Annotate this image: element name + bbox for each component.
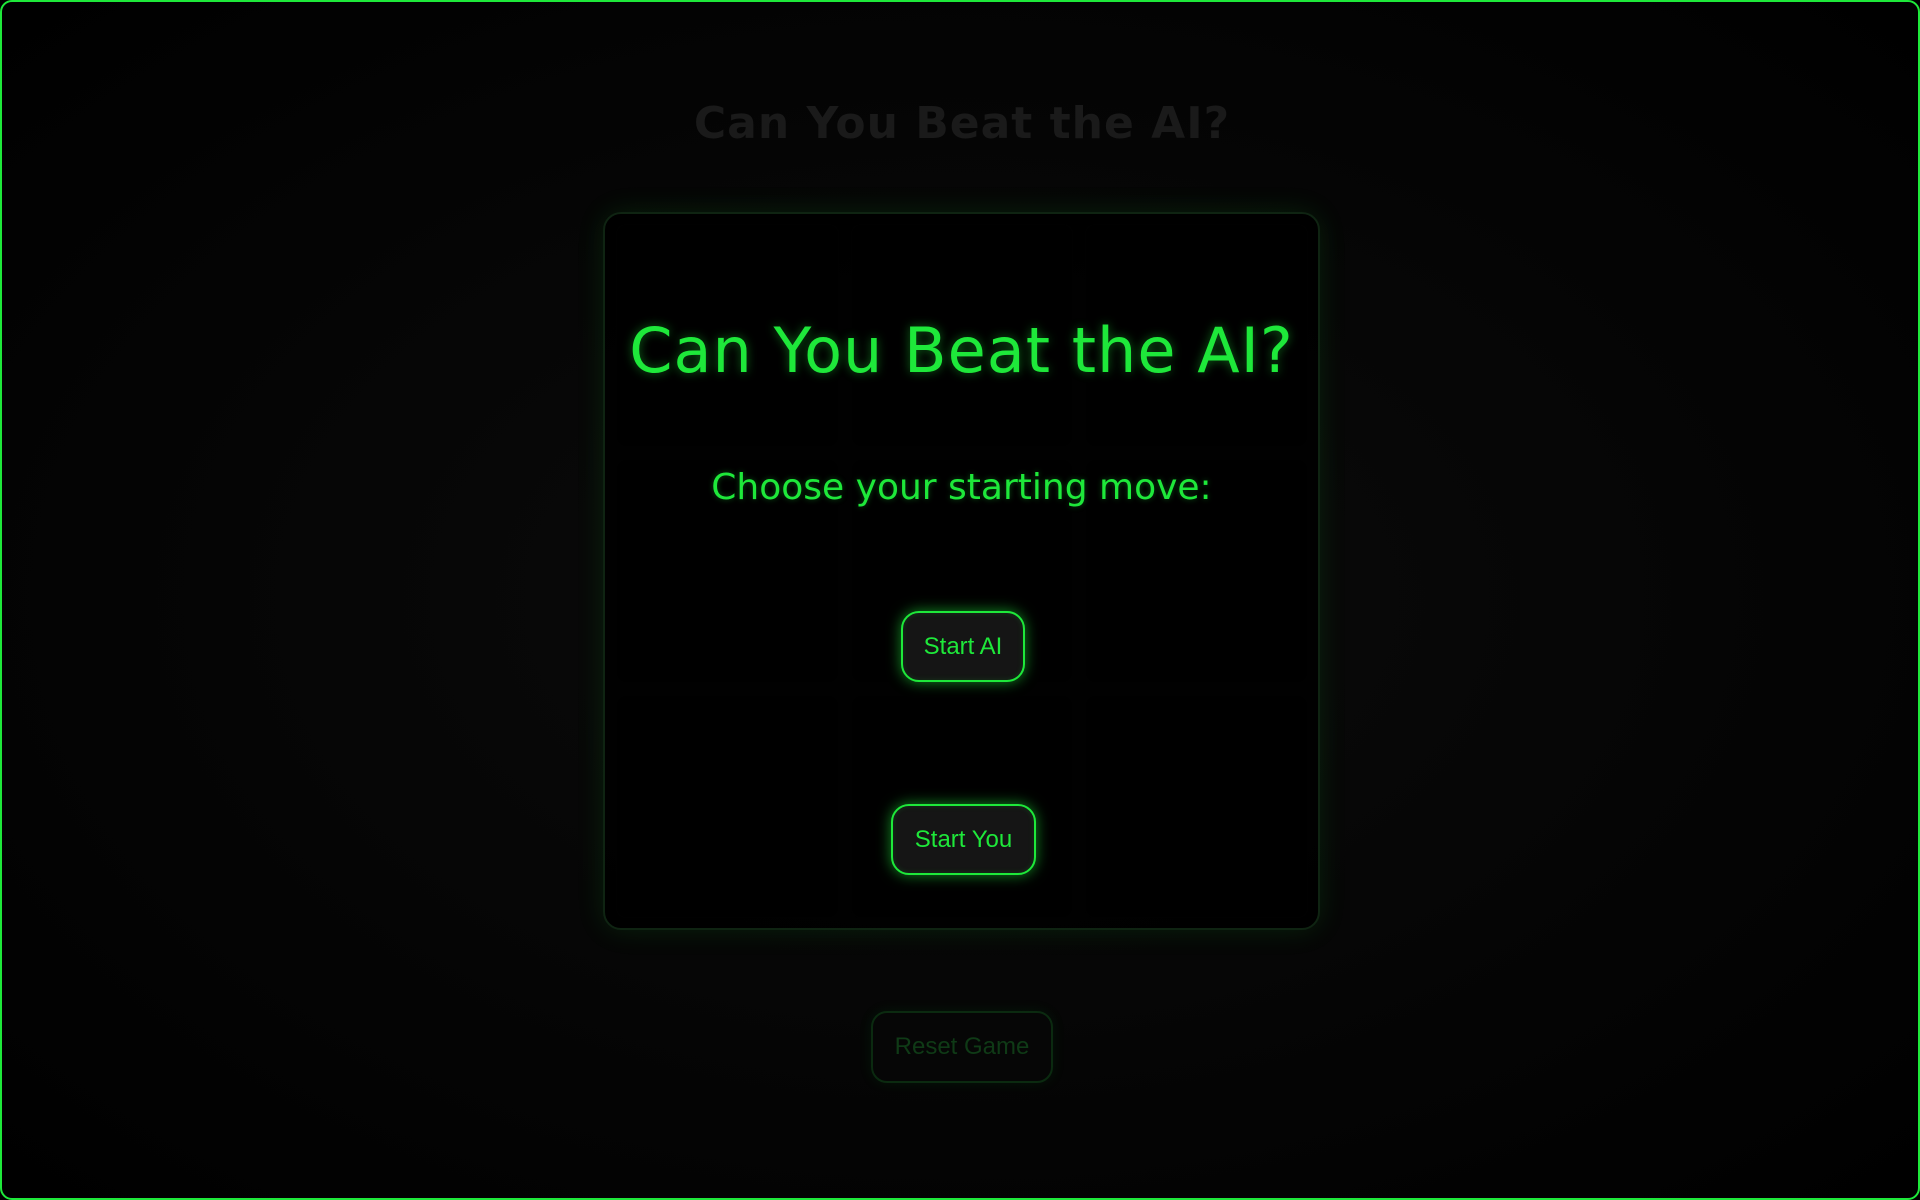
page-title: Can You Beat the AI? (693, 98, 1231, 149)
start-modal: Can You Beat the AI? Choose your startin… (603, 212, 1320, 930)
start-you-button[interactable]: Start You (891, 804, 1036, 875)
modal-title: Can You Beat the AI? (629, 314, 1294, 387)
modal-subtitle: Choose your starting move: (711, 467, 1212, 508)
reset-game-button[interactable]: Reset Game (871, 1011, 1053, 1083)
start-ai-button[interactable]: Start AI (901, 611, 1025, 682)
game-window: Can You Beat the AI? Reset Game Can You … (0, 0, 1920, 1200)
